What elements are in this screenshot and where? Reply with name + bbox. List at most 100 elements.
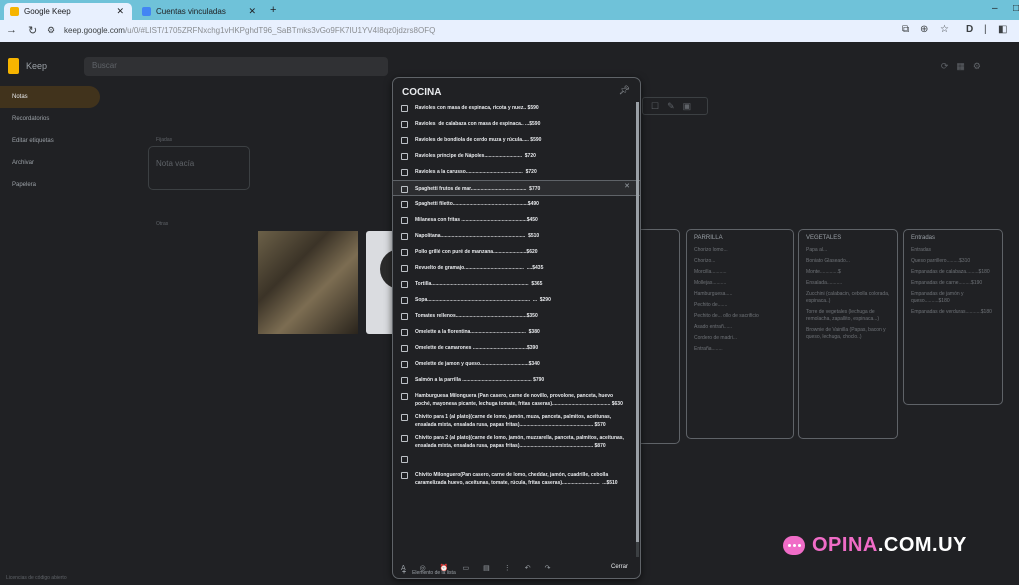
star-icon[interactable]: ☆ xyxy=(940,24,949,35)
checklist-item-text[interactable]: Spaghetti filetto.......................… xyxy=(415,200,630,208)
more-icon[interactable]: ⋮ xyxy=(504,565,525,572)
checklist-item[interactable] xyxy=(393,451,640,467)
checklist-item-text[interactable]: Pollo grillé con puré de manzana........… xyxy=(415,248,630,256)
checkbox[interactable] xyxy=(401,297,408,304)
checklist-item[interactable]: Revuelto de gramajo.....................… xyxy=(393,260,640,276)
checkbox[interactable] xyxy=(401,435,408,442)
checkbox[interactable] xyxy=(401,281,408,288)
pin-icon[interactable]: 📌︎ xyxy=(619,85,630,96)
checklist-item-text[interactable]: Omelette a la florentina................… xyxy=(415,328,630,336)
checkbox[interactable] xyxy=(401,137,408,144)
checklist-item[interactable]: Sopa....................................… xyxy=(393,292,640,308)
checklist-item[interactable]: Chivito Milonguero(Pan casero, carne de … xyxy=(393,467,640,488)
checkbox[interactable] xyxy=(401,153,408,160)
sidebar-item-papelera[interactable]: Papelera xyxy=(0,174,100,196)
checkbox[interactable] xyxy=(401,233,408,240)
sidebar-item-archivar[interactable]: Archivar xyxy=(0,152,100,174)
checklist-item[interactable]: Chivito para 1 (al plato)(carne de lomo,… xyxy=(393,409,640,430)
checkbox[interactable] xyxy=(401,186,408,193)
checkbox[interactable] xyxy=(401,217,408,224)
checklist-item[interactable]: Napolitana..............................… xyxy=(393,228,640,244)
checkbox[interactable] xyxy=(401,313,408,320)
close-button[interactable]: Cerrar xyxy=(611,564,628,570)
search-input[interactable]: Buscar xyxy=(84,57,388,76)
close-tab-icon[interactable]: ✕ xyxy=(116,6,124,17)
open-source-licenses-link[interactable]: Licencias de código abierto xyxy=(6,575,67,581)
url-field[interactable]: keep.google.com/u/0/#LIST/1705ZRFNxchg1v… xyxy=(64,26,435,35)
checklist-item-text[interactable]: Tomates rellenos........................… xyxy=(415,312,630,320)
checkbox[interactable] xyxy=(401,329,408,336)
delete-item-icon[interactable]: ✕ xyxy=(624,182,630,190)
image-icon[interactable]: ▭ xyxy=(463,565,484,572)
vegetales-note[interactable]: VEGETALES Papa al... Boniato Glaseado...… xyxy=(798,229,898,439)
archive-icon[interactable]: ▤ xyxy=(483,565,504,572)
minimize-icon[interactable]: – xyxy=(992,3,998,14)
checkbox[interactable] xyxy=(401,249,408,256)
checklist-item-text[interactable]: Ravioles de bondiola de cerdo muza y rúc… xyxy=(415,136,630,144)
checkbox[interactable] xyxy=(401,414,408,421)
sidepanel-icon[interactable]: ◧ xyxy=(998,24,1007,35)
checklist-item[interactable]: Hamburguesa Milonguera (Pan casero, carn… xyxy=(393,388,640,409)
checklist-item-text[interactable]: Chivito para 1 (al plato)(carne de lomo,… xyxy=(415,413,630,429)
checklist-item-text[interactable]: Chivito Milonguero(Pan casero, carne de … xyxy=(415,471,630,487)
parrilla-note[interactable]: PARRILLA Chorizo lomo... Chorizo... Morc… xyxy=(686,229,794,439)
entradas-note[interactable]: Entradas Entradas Queso parrillero......… xyxy=(903,229,1003,405)
checkbox[interactable] xyxy=(401,456,408,463)
grid-view-icon[interactable]: ▦ xyxy=(956,61,973,71)
reload-icon[interactable]: ↻ xyxy=(28,24,37,37)
tab-google-keep[interactable]: Google Keep ✕ xyxy=(4,3,132,20)
sidebar-item-recordatorios[interactable]: Recordatorios xyxy=(0,108,100,130)
restaurant-photo-note[interactable] xyxy=(258,231,358,334)
checkbox[interactable] xyxy=(401,345,408,352)
checklist-item-text[interactable]: Ravioles con masa de espinaca, ricota y … xyxy=(415,104,630,112)
checklist-item[interactable]: Omelette de jamon y queso...............… xyxy=(393,356,640,372)
scrollbar-thumb[interactable] xyxy=(636,102,639,542)
brush-icon[interactable]: ✎ xyxy=(667,101,683,111)
checklist-item-text[interactable]: Ravioles a la carusso...................… xyxy=(415,168,630,176)
checklist-item[interactable]: Omelette de camarones ..................… xyxy=(393,340,640,356)
list-note-peek[interactable] xyxy=(636,229,680,444)
checklist-item-text[interactable]: Ravioles príncipe de Nápoles............… xyxy=(415,152,630,160)
checkbox[interactable] xyxy=(401,472,408,479)
checklist-item[interactable]: Ravioles a la carusso...................… xyxy=(393,164,640,180)
checkbox[interactable] xyxy=(401,105,408,112)
tab-cuentas-vinculadas[interactable]: Cuentas vinculadas ✕ xyxy=(136,3,264,20)
checklist-item[interactable]: Tomates rellenos........................… xyxy=(393,308,640,324)
checklist-item-text[interactable]: Omelette de jamon y queso...............… xyxy=(415,360,630,368)
refresh-icon[interactable]: ⟳ xyxy=(941,61,957,71)
settings-icon[interactable]: ⚙ xyxy=(973,61,989,71)
checklist-item-text[interactable]: Chivito para 2 (al plato)(carne de lomo,… xyxy=(415,434,630,450)
checklist-item[interactable]: Ravioles con masa de espinaca, ricota y … xyxy=(393,100,640,116)
checklist-item-text[interactable]: Ravioles de calabaza con masa de espinac… xyxy=(415,120,630,128)
screenshot-icon[interactable]: ⧉ xyxy=(902,24,909,35)
new-tab-icon[interactable]: + xyxy=(270,4,276,16)
checkbox[interactable] xyxy=(401,361,408,368)
empty-note-card[interactable]: Nota vacía xyxy=(148,146,250,190)
checklist-item-text[interactable]: Milanesa con fritas ....................… xyxy=(415,216,630,224)
checkbox-icon[interactable]: ☐ xyxy=(651,101,667,111)
checklist-item[interactable]: Ravioles príncipe de Nápoles............… xyxy=(393,148,640,164)
checklist-item[interactable]: Omelette a la florentina................… xyxy=(393,324,640,340)
checkbox[interactable] xyxy=(401,201,408,208)
checklist-item-text[interactable]: Hamburguesa Milonguera (Pan casero, carn… xyxy=(415,392,630,408)
maximize-icon[interactable]: □ xyxy=(1013,3,1019,14)
checklist-item-text[interactable]: Omelette de camarones ..................… xyxy=(415,344,630,352)
checkbox[interactable] xyxy=(401,393,408,400)
zoom-icon[interactable]: ⊕ xyxy=(920,24,928,35)
checkbox[interactable] xyxy=(401,377,408,384)
note-title-input[interactable]: COCINA xyxy=(402,87,441,98)
checklist-item-text[interactable]: Spaghetti frutos de mar.................… xyxy=(415,185,630,193)
undo-icon[interactable]: ↶ xyxy=(525,565,545,572)
image-icon[interactable]: ▣ xyxy=(683,101,700,111)
tune-icon[interactable]: ⚙ xyxy=(47,25,55,36)
checklist-item-text[interactable]: Napolitana..............................… xyxy=(415,232,630,240)
checklist-item[interactable]: Ravioles de calabaza con masa de espinac… xyxy=(393,116,640,132)
sidebar-item-notas[interactable]: Notas xyxy=(0,86,100,108)
checklist-item[interactable]: Milanesa con fritas ....................… xyxy=(393,212,640,228)
sidebar-item-editar-etiquetas[interactable]: Editar etiquetas xyxy=(0,130,100,152)
checklist-item-text[interactable]: Salmón a la parrilla ...................… xyxy=(415,376,630,384)
extensions-icon[interactable]: D xyxy=(966,24,973,35)
checkbox[interactable] xyxy=(401,169,408,176)
checklist-item[interactable]: Pollo grillé con puré de manzana........… xyxy=(393,244,640,260)
checklist-item[interactable]: Ravioles de bondiola de cerdo muza y rúc… xyxy=(393,132,640,148)
